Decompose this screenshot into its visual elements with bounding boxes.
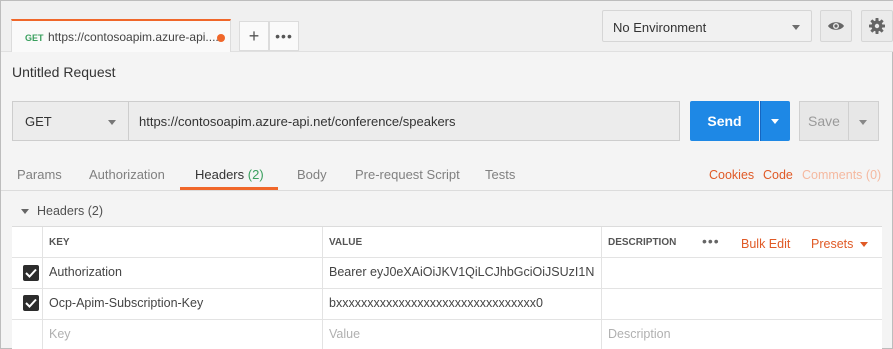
environment-settings-button[interactable] [861,10,893,42]
request-title[interactable]: Untitled Request [12,64,116,80]
save-options-button[interactable] [849,101,879,141]
presets-dropdown[interactable]: Presets [811,237,869,251]
row-divider [12,288,882,289]
header-key-cell[interactable]: Authorization [49,265,315,279]
header-enabled-checkbox[interactable] [23,265,39,281]
eye-icon [828,22,844,30]
request-tab-url: https://contosoapim.azure-api.... [48,30,218,44]
header-key-cell[interactable]: Ocp-Apim-Subscription-Key [49,296,315,310]
chevron-down-icon [771,119,779,124]
cookies-link[interactable]: Cookies [709,168,754,182]
bulk-edit-link[interactable]: Bulk Edit [741,237,790,251]
chevron-down-icon [860,242,869,248]
chevron-down-icon [792,25,800,30]
method-select[interactable]: GET [12,101,128,141]
plus-icon: + [248,25,260,46]
column-header-key: KEY [49,237,70,248]
tab-headers-count: (2) [247,167,264,182]
url-value: https://contosoapim.azure-api.net/confer… [139,114,456,129]
active-tab-underline [180,187,278,190]
environment-quick-look-button[interactable] [820,10,852,42]
chevron-down-icon [859,120,867,125]
header-enabled-checkbox[interactable] [23,295,39,311]
new-description-input[interactable]: Description [608,327,671,341]
code-link[interactable]: Code [763,168,793,182]
tab-params[interactable]: Params [17,167,62,182]
caret-down-icon [21,209,29,215]
send-options-button[interactable] [760,101,790,141]
method-selected: GET [25,114,52,129]
tab-tests[interactable]: Tests [485,167,515,182]
postman-window: GET https://contosoapim.azure-api.... + … [0,0,893,349]
checkmark-icon [25,298,37,308]
tab-headers-label: Headers [195,167,245,182]
new-key-input[interactable]: Key [49,327,71,341]
unsaved-indicator-icon [217,34,225,42]
headers-section-toggle[interactable]: Headers (2) [21,204,103,218]
gear-icon [869,18,885,34]
column-header-value: VALUE [329,237,363,248]
row-divider [12,319,882,320]
checkmark-icon [25,268,37,278]
headers-table: KEY VALUE DESCRIPTION ••• Bulk Edit Pres… [12,226,882,349]
new-tab-button[interactable]: + [239,21,269,51]
header-value-cell[interactable]: bxxxxxxxxxxxxxxxxxxxxxxxxxxxxxxxx0 [329,296,595,310]
environment-selected: No Environment [613,20,707,35]
row-divider [12,257,882,258]
headers-section-title: Headers (2) [37,204,103,218]
comments-link[interactable]: Comments (0) [802,168,881,182]
environment-select[interactable]: No Environment [602,10,812,42]
send-button[interactable]: Send [690,101,759,141]
tab-body[interactable]: Body [297,167,327,182]
request-subtabs: Params Authorization Headers (2) Body Pr… [1,156,892,191]
url-input[interactable]: https://contosoapim.azure-api.net/confer… [128,101,680,141]
save-button[interactable]: Save [799,101,849,141]
request-tab-method: GET [25,33,44,43]
table-options-icon[interactable]: ••• [702,233,720,249]
column-header-description: DESCRIPTION [608,237,677,248]
tab-pre-request-script[interactable]: Pre-request Script [355,167,460,182]
header-value-cell[interactable]: Bearer eyJ0eXAiOiJKV1QiLCJhbGciOiJSUzI1N… [329,265,595,279]
tab-options-button[interactable]: ••• [269,21,299,51]
new-value-input[interactable]: Value [329,327,360,341]
request-tab[interactable]: GET https://contosoapim.azure-api.... [11,19,231,52]
tab-strip: GET https://contosoapim.azure-api.... + … [1,1,893,52]
tab-headers[interactable]: Headers (2) [195,167,264,182]
more-horizontal-icon: ••• [275,28,293,44]
chevron-down-icon [108,120,116,125]
presets-label: Presets [811,237,854,251]
tab-authorization[interactable]: Authorization [89,167,165,182]
